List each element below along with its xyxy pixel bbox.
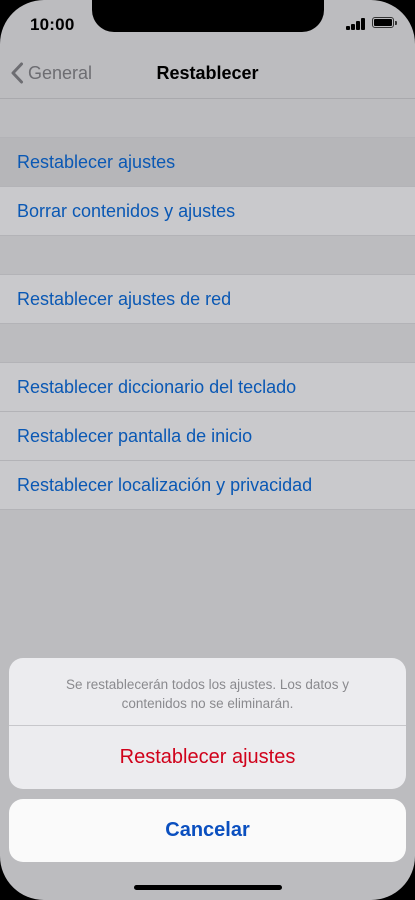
action-sheet-message-line2: contenidos no se eliminarán. xyxy=(121,696,294,711)
status-time: 10:00 xyxy=(30,15,75,34)
home-indicator[interactable] xyxy=(134,885,282,890)
reset-settings-row[interactable]: Restablecer ajustes xyxy=(0,137,415,187)
navigation-bar: General Restablecer xyxy=(0,48,415,99)
erase-content-and-settings-row[interactable]: Borrar contenidos y ajustes xyxy=(0,187,415,236)
reset-network-settings-row[interactable]: Restablecer ajustes de red xyxy=(0,274,415,324)
reset-keyboard-dictionary-row[interactable]: Restablecer diccionario del teclado xyxy=(0,362,415,412)
signal-icon xyxy=(346,18,366,30)
group-separator xyxy=(0,236,415,274)
action-sheet-message-line1: Se restablecerán todos los ajustes. Los … xyxy=(66,677,349,692)
reset-location-privacy-row[interactable]: Restablecer localización y privacidad xyxy=(0,461,415,510)
phone-screen: 10:00 General Restablecer Restablecer aj… xyxy=(0,0,415,900)
confirmation-action-sheet: Se restablecerán todos los ajustes. Los … xyxy=(9,658,406,789)
action-sheet-message: Se restablecerán todos los ajustes. Los … xyxy=(9,658,406,726)
status-bar: 10:00 xyxy=(0,0,415,48)
reset-options-list: Restablecer ajustes Borrar contenidos y … xyxy=(0,137,415,510)
page-title: Restablecer xyxy=(156,63,259,83)
group-separator xyxy=(0,324,415,362)
reset-home-screen-row[interactable]: Restablecer pantalla de inicio xyxy=(0,412,415,461)
confirm-reset-settings-button[interactable]: Restablecer ajustes xyxy=(9,726,406,789)
cancel-button[interactable]: Cancelar xyxy=(9,799,406,862)
notch xyxy=(92,0,324,32)
battery-icon xyxy=(372,17,397,28)
